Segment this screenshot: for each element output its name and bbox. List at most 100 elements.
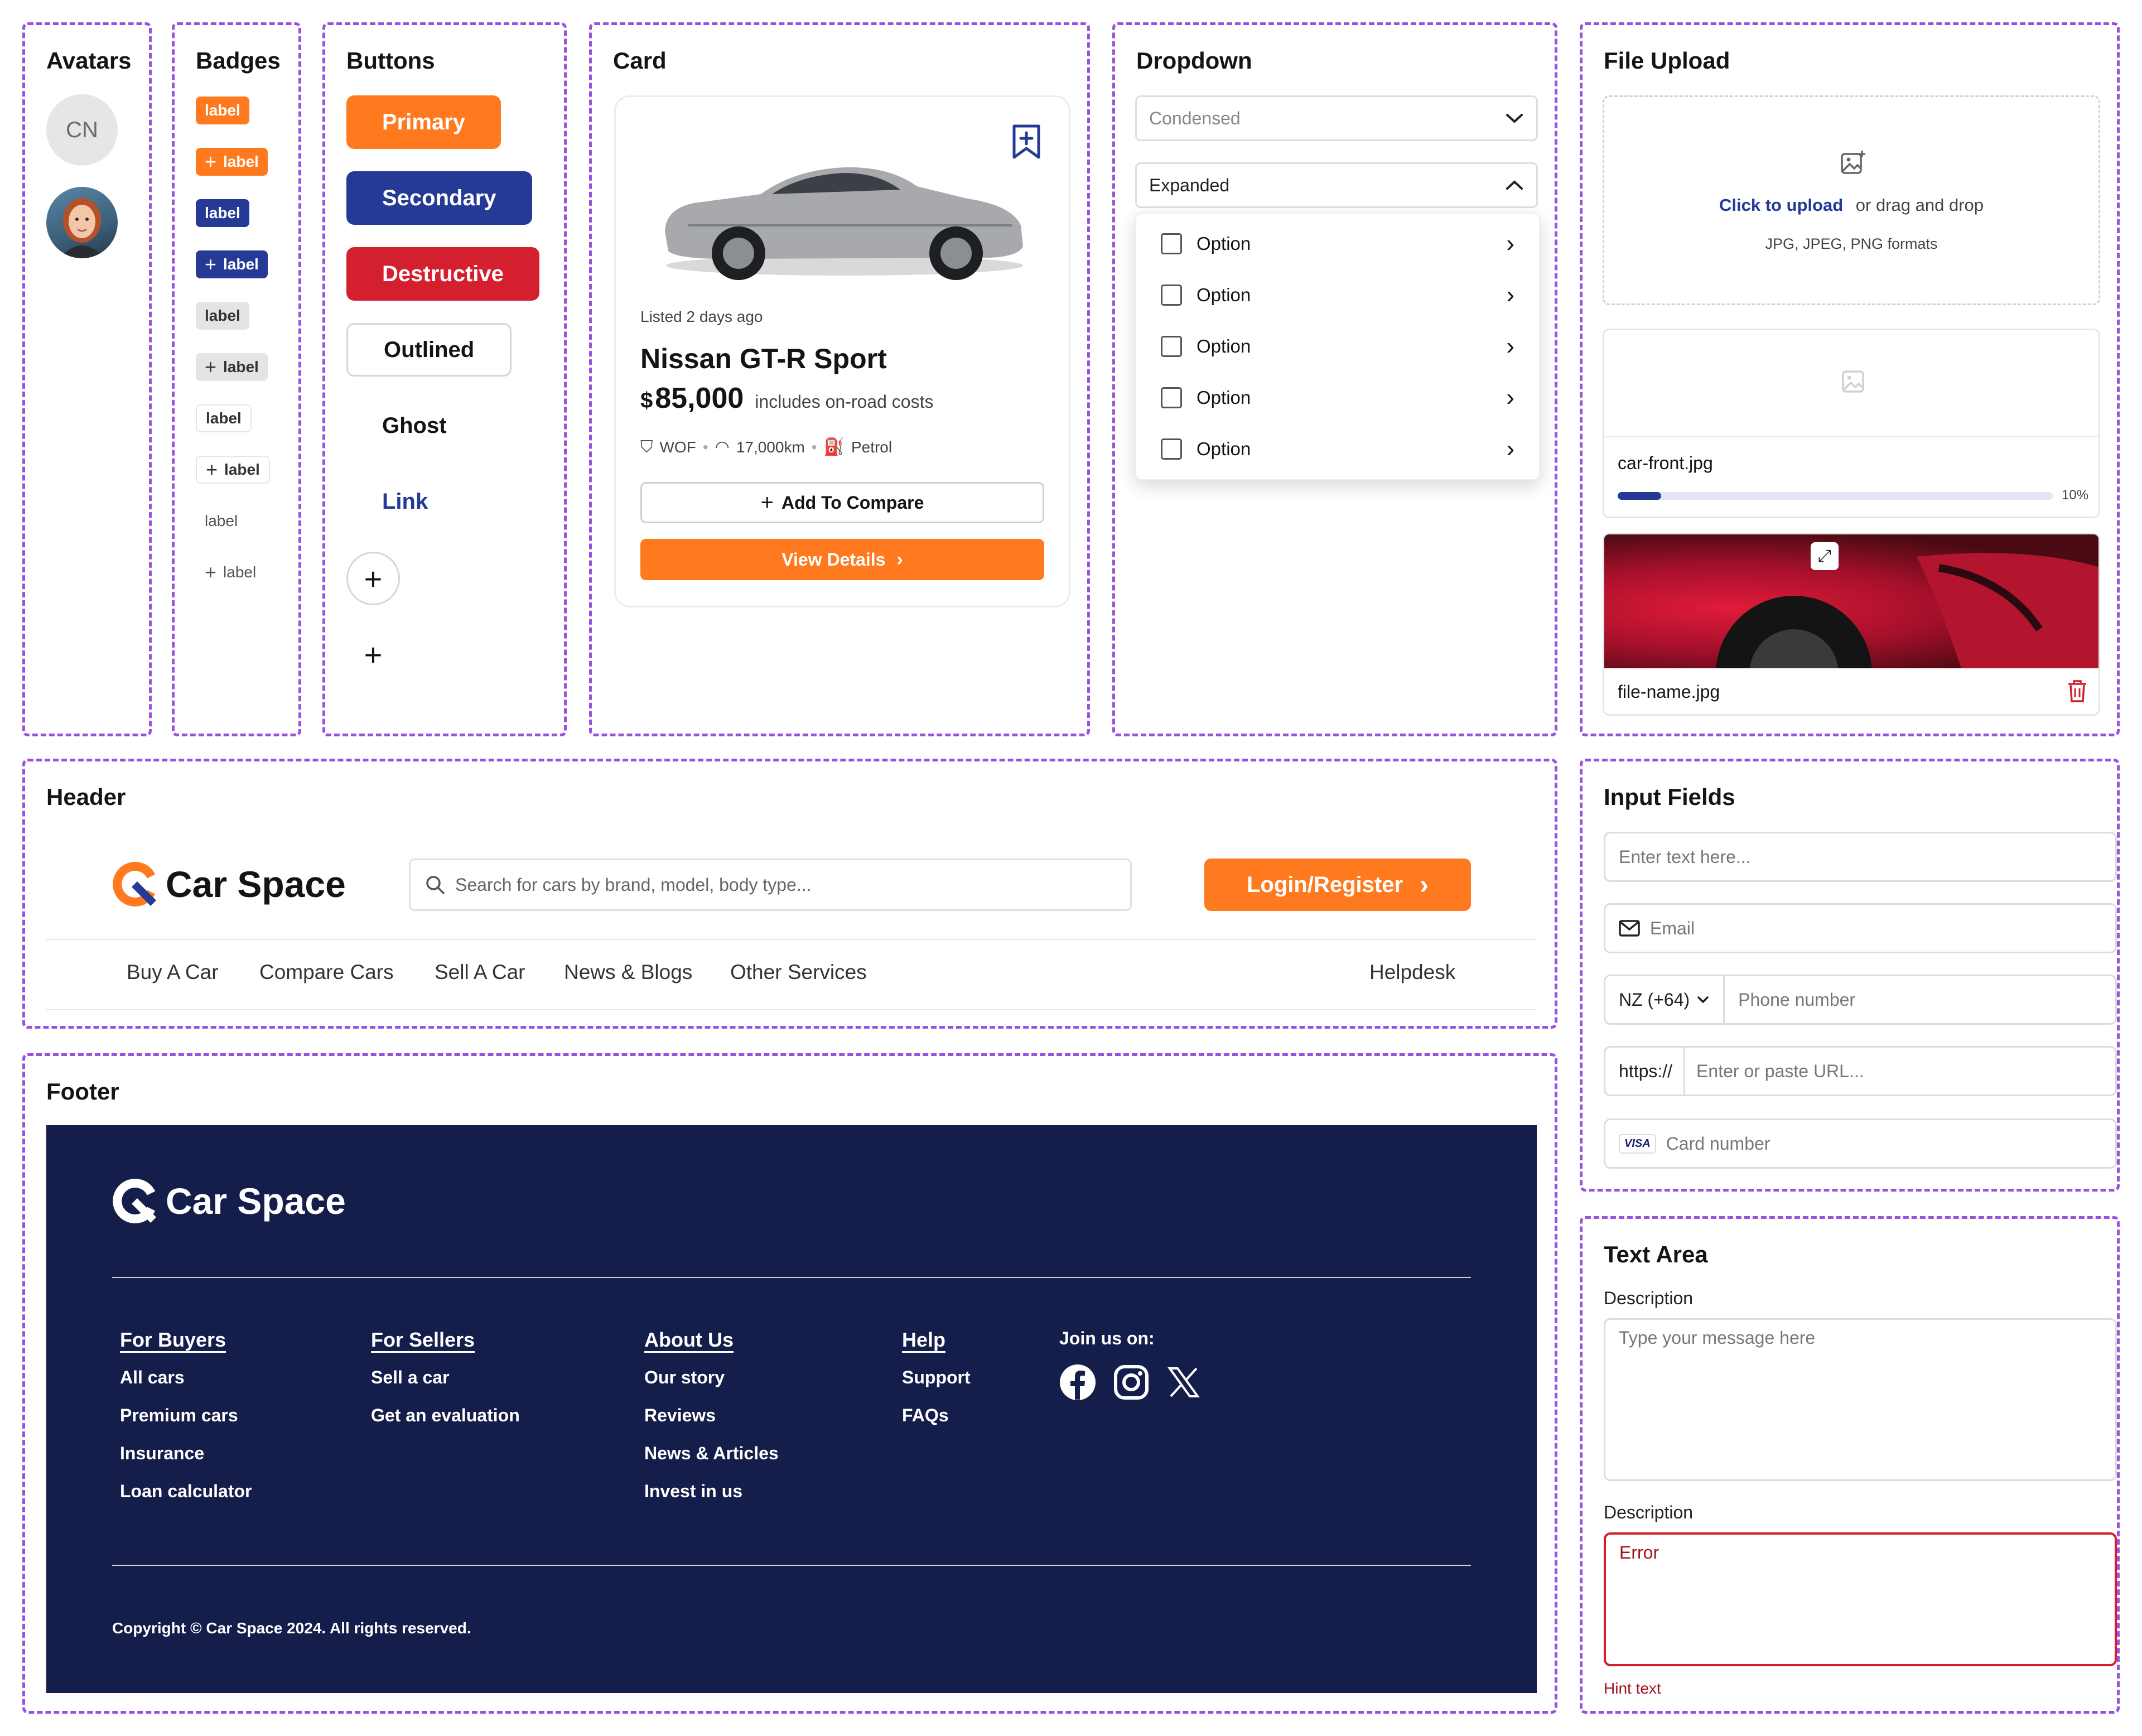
footer-link-invest[interactable]: Invest in us: [644, 1481, 742, 1502]
description-label-error: Description: [1604, 1502, 1694, 1522]
nav-news-blogs[interactable]: News & Blogs: [564, 961, 692, 984]
instagram-icon[interactable]: [1113, 1364, 1150, 1401]
destructive-button[interactable]: Destructive: [346, 247, 539, 301]
brand-name: Car Space: [166, 864, 346, 905]
phone-input[interactable]: NZ (+64) Phone number: [1604, 975, 2117, 1025]
condensed-dropdown[interactable]: Condensed: [1135, 95, 1538, 141]
footer-link-insurance[interactable]: Insurance: [120, 1443, 204, 1464]
email-input[interactable]: Email: [1604, 903, 2117, 953]
footer-link-sell-a-car[interactable]: Sell a car: [371, 1367, 450, 1388]
add-icon-button-ghost[interactable]: +: [346, 628, 400, 681]
nav-divider: [46, 1009, 1537, 1010]
plus-icon: +: [364, 636, 383, 672]
dropdown-option[interactable]: Option ›: [1136, 372, 1539, 423]
description-label: Description: [1604, 1288, 1694, 1308]
country-code-select[interactable]: NZ (+64): [1605, 976, 1725, 1023]
badge-grey-icon: + label: [196, 353, 268, 381]
nav-sell-a-car[interactable]: Sell A Car: [435, 961, 525, 984]
avatar-initials[interactable]: CN: [46, 94, 118, 166]
badge-grey: label: [196, 302, 249, 330]
textarea-placeholder: Type your message here: [1619, 1328, 1816, 1348]
footer-link-news-articles[interactable]: News & Articles: [644, 1443, 779, 1464]
car-listing-card[interactable]: Listed 2 days ago Nissan GT-R Sport $ 85…: [614, 95, 1070, 607]
footer-heading-sellers[interactable]: For Sellers: [371, 1328, 475, 1352]
footer-container: Car Space For Buyers All cars Premium ca…: [46, 1125, 1537, 1693]
spec-row: ⛉ WOF • ◠ 17,000km • ⛽ Petrol: [640, 437, 892, 457]
search-bar[interactable]: Search for cars by brand, model, body ty…: [409, 859, 1132, 911]
upload-progress-track: [1618, 492, 2053, 500]
expanded-dropdown[interactable]: Expanded: [1135, 162, 1538, 208]
card-title: Card: [613, 47, 667, 74]
x-twitter-icon[interactable]: [1168, 1366, 1200, 1399]
footer-heading-buyers[interactable]: For Buyers: [120, 1328, 226, 1352]
header-logo[interactable]: Car Space: [112, 862, 346, 906]
footer-heading-help[interactable]: Help: [902, 1328, 945, 1352]
view-details-label: View Details: [781, 549, 886, 570]
upload-dropzone[interactable]: Click to upload or drag and drop JPG, JP…: [1603, 95, 2100, 305]
url-input[interactable]: https:// Enter or paste URL...: [1604, 1046, 2117, 1096]
description-textarea[interactable]: Type your message here: [1604, 1318, 2117, 1481]
price-note: includes on-road costs: [755, 392, 934, 412]
text-input-placeholder: Enter text here...: [1619, 846, 1751, 867]
footer-heading-about[interactable]: About Us: [644, 1328, 734, 1352]
text-input[interactable]: Enter text here...: [1604, 832, 2117, 882]
ghost-button[interactable]: Ghost: [346, 399, 483, 452]
chevron-right-icon: ›: [1420, 870, 1429, 900]
card-number-placeholder: Card number: [1666, 1133, 1770, 1154]
nav-buy-a-car[interactable]: Buy A Car: [127, 961, 219, 984]
error-textarea-value: Error: [1619, 1542, 1659, 1563]
outlined-button[interactable]: Outlined: [346, 323, 512, 377]
card-number-input[interactable]: VISA Card number: [1604, 1118, 2117, 1169]
expand-icon[interactable]: ⤢: [1811, 542, 1839, 570]
click-to-upload-link[interactable]: Click to upload: [1719, 195, 1843, 215]
link-button[interactable]: Link: [346, 475, 464, 528]
checkbox[interactable]: [1161, 233, 1182, 254]
view-details-button[interactable]: View Details ›: [640, 539, 1044, 580]
upload-progress-label: 10%: [2062, 488, 2089, 503]
nav-compare-cars[interactable]: Compare Cars: [259, 961, 394, 984]
footer-link-premium-cars[interactable]: Premium cars: [120, 1405, 238, 1426]
add-icon-button-outlined[interactable]: +: [346, 552, 400, 605]
option-label: Option: [1197, 387, 1251, 408]
dropdown-option[interactable]: Option ›: [1136, 423, 1539, 475]
spec-km: 17,000km: [736, 438, 805, 456]
error-textarea[interactable]: Error: [1604, 1532, 2117, 1666]
checkbox[interactable]: [1161, 438, 1182, 460]
footer-link-faqs[interactable]: FAQs: [902, 1405, 949, 1426]
facebook-icon[interactable]: [1059, 1364, 1096, 1401]
footer-link-loan-calculator[interactable]: Loan calculator: [120, 1481, 252, 1502]
nav-other-services[interactable]: Other Services: [730, 961, 867, 984]
footer-link-all-cars[interactable]: All cars: [120, 1367, 185, 1388]
checkbox[interactable]: [1161, 336, 1182, 357]
chevron-down-icon: [1506, 114, 1523, 123]
dropdown-option[interactable]: Option ›: [1136, 218, 1539, 269]
badge-orange: label: [196, 97, 249, 124]
footer-link-support[interactable]: Support: [902, 1367, 971, 1388]
checkbox[interactable]: [1161, 284, 1182, 306]
checkbox[interactable]: [1161, 387, 1182, 408]
car-photo-shape: [1716, 553, 2098, 668]
footer-link-our-story[interactable]: Our story: [644, 1367, 725, 1388]
trash-icon[interactable]: [2067, 679, 2087, 703]
visa-icon: VISA: [1619, 1134, 1656, 1154]
chevron-right-icon: ›: [1506, 435, 1514, 462]
badge-outline-icon: + label: [196, 456, 270, 484]
login-register-button[interactable]: Login/Register ›: [1204, 859, 1471, 911]
chevron-right-icon: ›: [1506, 332, 1514, 360]
dropdown-option[interactable]: Option ›: [1136, 269, 1539, 321]
hint-text: Hint text: [1604, 1680, 1661, 1697]
footer-logo[interactable]: Car Space: [112, 1179, 346, 1223]
secondary-button[interactable]: Secondary: [346, 171, 532, 225]
avatar-photo[interactable]: [46, 187, 118, 258]
badge-blue-icon: + label: [196, 250, 268, 278]
url-prefix: https://: [1605, 1048, 1686, 1094]
dropdown-option[interactable]: Option ›: [1136, 321, 1539, 372]
option-label: Option: [1197, 336, 1251, 356]
primary-button[interactable]: Primary: [346, 95, 501, 149]
footer-divider-bottom: [112, 1565, 1471, 1566]
nav-helpdesk[interactable]: Helpdesk: [1369, 961, 1455, 984]
add-to-compare-button[interactable]: + Add To Compare: [640, 482, 1044, 523]
uploaded-image-preview: ⤢: [1604, 534, 2098, 668]
footer-link-reviews[interactable]: Reviews: [644, 1405, 716, 1426]
footer-link-get-evaluation[interactable]: Get an evaluation: [371, 1405, 520, 1426]
